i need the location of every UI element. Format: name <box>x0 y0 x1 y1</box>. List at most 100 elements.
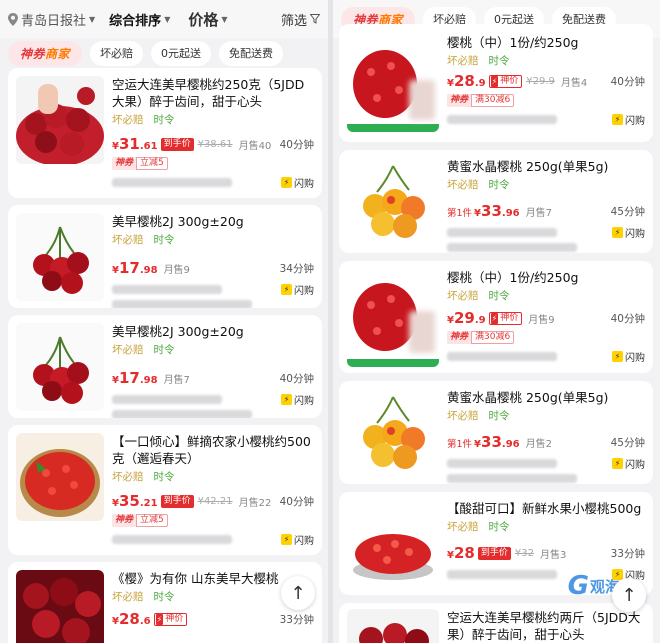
special-price-badge: ⚡ 神价 <box>488 311 523 325</box>
tag-seasonal: 时令 <box>153 234 175 246</box>
price: ¥29.9 <box>447 309 486 327</box>
product-card[interactable]: 空运大连美早樱桃约两斤（5JDD大果）醉于齿间，甜于心头 <box>339 603 653 643</box>
delivery-time: 33分钟 <box>610 547 645 560</box>
tag-seasonal: 时令 <box>488 410 510 422</box>
product-title: 美早樱桃2J 300g±20g <box>112 324 244 339</box>
product-card[interactable]: 樱桃（中）1份/约250g 坏必赔 时令 ¥28.9 ⚡ 神价 ¥29.9 月售4 … <box>339 24 653 142</box>
sort-label: 综合排序 <box>109 13 162 29</box>
tag-seasonal: 时令 <box>153 591 175 603</box>
promo-badge: 神券 立减5 <box>112 157 314 170</box>
tag-no-bad: 坏必赔 <box>447 410 479 422</box>
delivery-time: 40分钟 <box>279 138 314 151</box>
product-card[interactable]: 美早樱桃2J 300g±20g 坏必赔 时令 ¥17.98 月售7 40分钟 ⚡ 闪… <box>8 315 322 418</box>
right-panel: 神券商家 坏必赔 0元起送 免配送费 樱桃（中）1份/约250g 坏必赔 时令 ¥… <box>333 0 660 643</box>
bolt-icon: ⚡ <box>612 113 623 125</box>
product-card[interactable]: 《樱》为有你 山东美早大樱桃 坏必赔 时令 ¥28.6 ⚡ 神价 33分钟 <box>8 562 322 643</box>
chevron-down-icon: ▼ <box>221 14 228 24</box>
price-sort[interactable]: 价格 ▼ <box>188 9 227 30</box>
tag-no-bad: 坏必赔 <box>447 55 479 67</box>
chip-free-delivery[interactable]: 免配送费 <box>219 40 284 66</box>
arrow-up-icon: ↑ <box>290 582 306 604</box>
bolt-icon: ⚡ <box>155 613 164 625</box>
filter-label: 筛选 <box>280 13 307 29</box>
monthly-sales: 月售9 <box>528 314 555 326</box>
original-price: ¥42.21 <box>197 495 233 507</box>
final-price-badge: 到手价 <box>477 546 511 560</box>
chip-zero-start[interactable]: 0元起送 <box>151 40 212 66</box>
chip-no-bad[interactable]: 坏必赔 <box>90 40 144 66</box>
tag-no-bad: 坏必赔 <box>112 234 144 246</box>
product-image <box>347 32 439 132</box>
filter-bar: 青岛日报社 ▼ 综合排序 ▼ 价格 ▼ 筛选 <box>0 0 328 38</box>
monthly-sales: 月售40 <box>238 140 272 152</box>
store-info-blurred <box>112 534 232 544</box>
monthly-sales: 月售9 <box>163 264 190 276</box>
tag-no-bad: 坏必赔 <box>447 521 479 533</box>
product-title: 樱桃（中）1份/约250g <box>447 35 579 50</box>
product-card[interactable]: 美早樱桃2J 300g±20g 坏必赔 时令 ¥17.98 月售9 34分钟 ⚡ 闪… <box>8 205 322 308</box>
special-price-badge: ⚡ 神价 <box>488 74 523 88</box>
price: ¥28.9 <box>447 72 486 90</box>
price-sort-label: 价格 <box>188 10 219 29</box>
delivery-time: 45分钟 <box>610 436 645 449</box>
delivery-time: 40分钟 <box>279 495 314 508</box>
tag-no-bad: 坏必赔 <box>112 471 144 483</box>
product-image <box>16 213 104 301</box>
final-price-badge: 到手价 <box>160 137 194 151</box>
product-card[interactable]: 【一口倾心】鲜摘农家小樱桃约500克（邂逅春天） 坏必赔 时令 ¥35.21 到手… <box>8 425 322 555</box>
product-image <box>347 156 439 248</box>
store-info-blurred <box>447 227 557 237</box>
price: 第1件 ¥33.96 <box>447 202 520 220</box>
location-pin-icon <box>8 12 18 26</box>
bolt-icon: ⚡ <box>281 176 292 188</box>
back-to-top-button[interactable]: ↑ <box>612 578 646 612</box>
flash-buy-tag: ⚡ 闪购 <box>281 175 314 190</box>
flash-buy-tag: ⚡ 闪购 <box>281 392 314 407</box>
product-title: 美早樱桃2J 300g±20g <box>112 214 244 229</box>
location-label: 青岛日报社 <box>21 13 87 29</box>
bolt-icon: ⚡ <box>612 350 623 362</box>
product-image <box>16 433 104 521</box>
product-card[interactable]: 黄蜜水晶樱桃 250g(单果5g) 坏必赔 时令 第1件 ¥33.96 月售7 45… <box>339 150 653 253</box>
chip-brand-merchant[interactable]: 神券商家 <box>8 40 83 66</box>
brand-logo: 神券商家 <box>20 46 71 61</box>
tag-seasonal: 时令 <box>488 290 510 302</box>
product-card[interactable]: 黄蜜水晶樱桃 250g(单果5g) 坏必赔 时令 第1件 ¥33.96 月售2 45… <box>339 381 653 484</box>
delivery-time: 40分钟 <box>610 312 645 325</box>
tag-seasonal: 时令 <box>153 344 175 356</box>
special-price-badge: ⚡ 神价 <box>153 612 188 626</box>
product-title: 【一口倾心】鲜摘农家小樱桃约500克（邂逅春天） <box>112 434 311 466</box>
bolt-icon: ⚡ <box>281 533 292 545</box>
product-image <box>347 609 439 643</box>
price: ¥35.21 <box>112 492 158 510</box>
tag-seasonal: 时令 <box>488 179 510 191</box>
final-price-badge: 到手价 <box>160 494 194 508</box>
location-selector[interactable]: 青岛日报社 ▼ <box>8 10 95 29</box>
price: ¥17.98 <box>112 369 158 387</box>
delivery-time: 40分钟 <box>279 372 314 385</box>
bolt-icon: ⚡ <box>612 457 623 469</box>
store-info-blurred <box>447 473 577 483</box>
filter-button[interactable]: 筛选 <box>281 10 320 29</box>
monthly-sales: 月售3 <box>539 549 567 561</box>
product-image <box>16 323 104 411</box>
product-card[interactable]: 樱桃（中）1份/约250g 坏必赔 时令 ¥29.9 ⚡ 神价 月售9 40分钟 神… <box>339 261 653 373</box>
promo-badge: 神券 满30减6 <box>447 94 645 107</box>
store-info-blurred <box>447 114 557 124</box>
delivery-time: 34分钟 <box>279 262 314 275</box>
flash-buy-tag: ⚡ 闪购 <box>281 532 314 547</box>
original-price: ¥29.9 <box>526 75 555 87</box>
bolt-icon: ⚡ <box>281 283 292 295</box>
delivery-time: 40分钟 <box>610 75 645 88</box>
original-price: ¥38.61 <box>197 138 233 150</box>
store-info-blurred <box>112 284 222 294</box>
monthly-sales: 月售2 <box>525 438 552 450</box>
store-info-blurred <box>112 394 222 404</box>
promo-badge: 神券 满30减6 <box>447 331 645 344</box>
product-card[interactable]: 空运大连美早樱桃约250克（5JDD大果）醉于齿间，甜于心头 坏必赔 时令 ¥31… <box>8 68 322 198</box>
price: ¥28.6 <box>112 610 151 628</box>
monthly-sales: 月售7 <box>525 207 552 219</box>
back-to-top-button[interactable]: ↑ <box>281 576 315 610</box>
chip-row: 神券商家 坏必赔 0元起送 免配送费 <box>0 38 328 68</box>
sort-dropdown[interactable]: 综合排序 ▼ <box>109 10 170 29</box>
